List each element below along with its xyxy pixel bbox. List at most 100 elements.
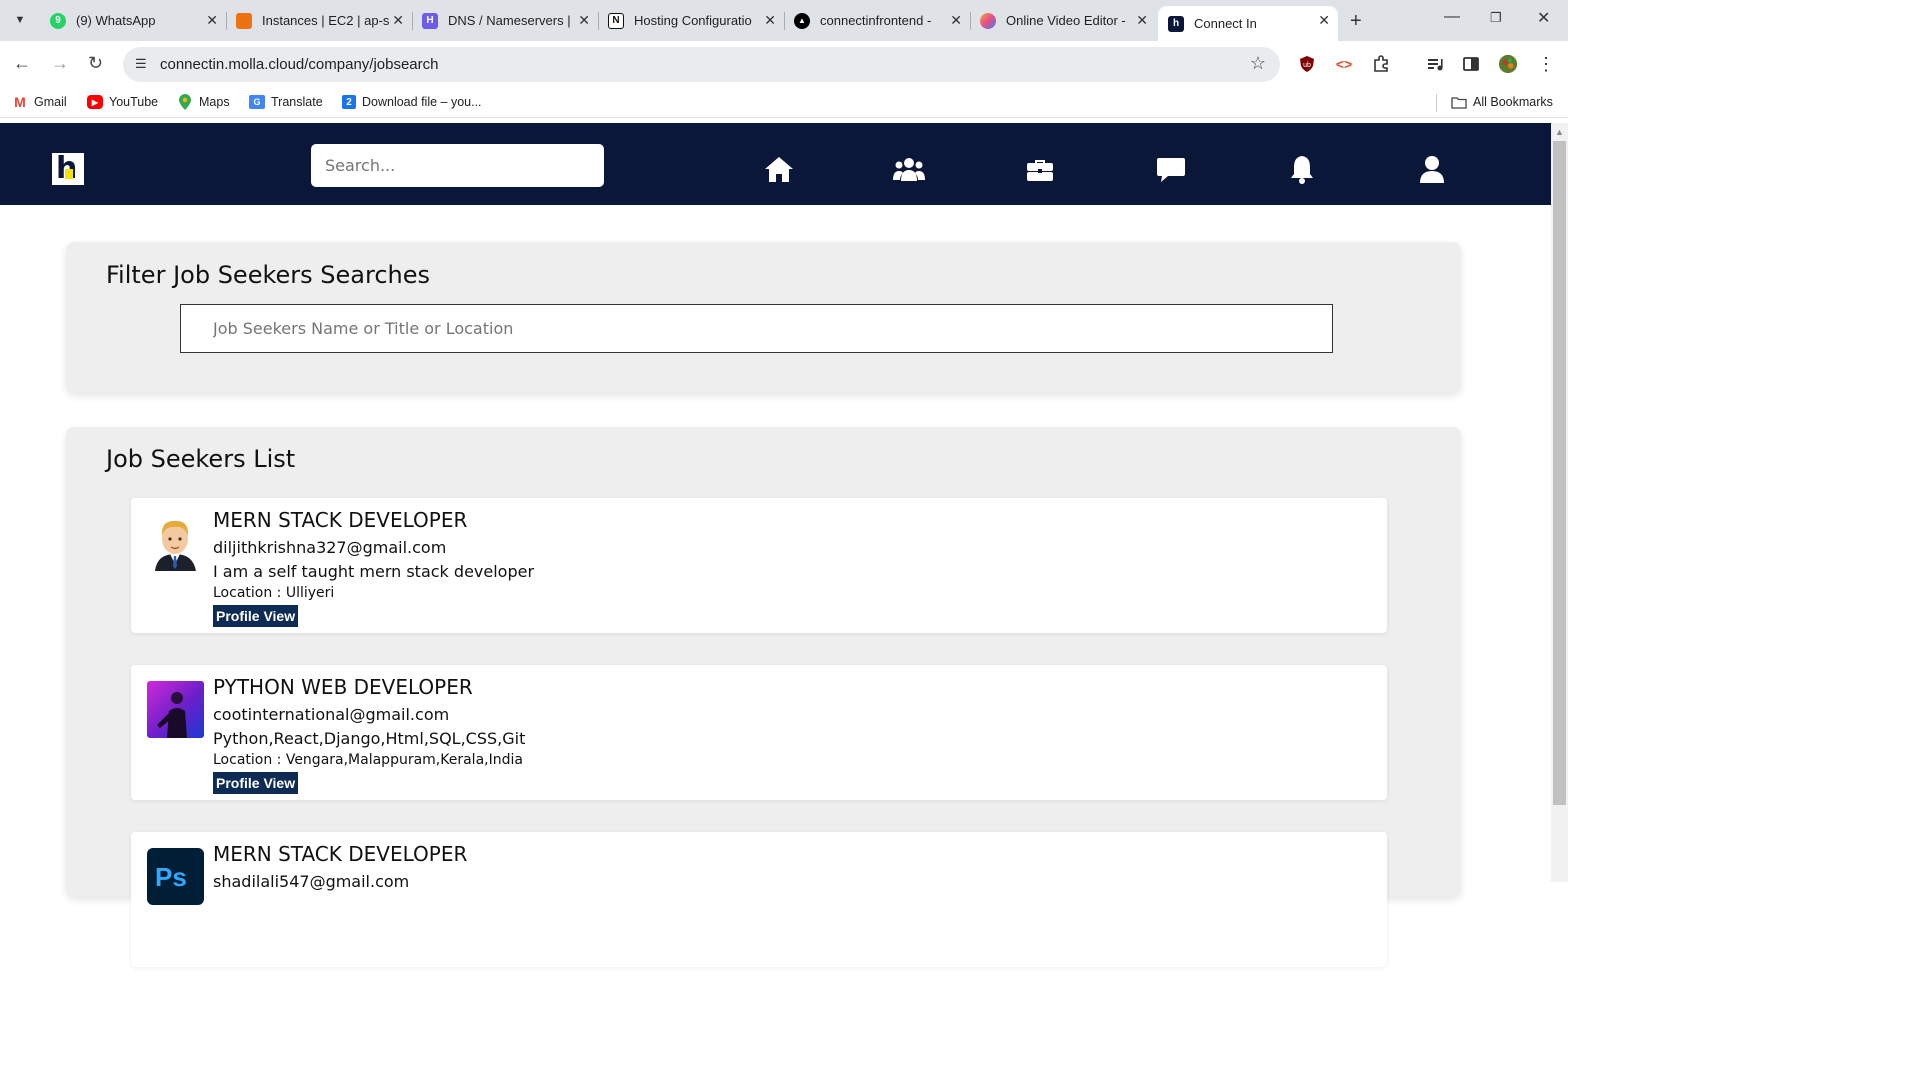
tab-search-chevron-icon[interactable]: ▼ [8,8,32,32]
tab-title: DNS / Nameservers | [448,13,571,28]
browser-tab-connect-in[interactable]: h Connect In ✕ [1158,6,1338,41]
code-extension-icon[interactable]: <> [1334,54,1354,74]
bookmark-maps[interactable]: Maps [177,94,230,110]
browser-tab-vercel[interactable]: ▲ connectinfrontend - ✕ [784,6,971,35]
address-bar[interactable]: ☰ connectin.molla.cloud/company/jobsearc… [123,47,1280,82]
profile-view-button[interactable]: Profile View [213,605,299,627]
reload-icon[interactable]: ↻ [88,53,103,74]
back-icon[interactable]: ← [13,53,31,74]
profile-view-button[interactable]: Profile View [213,772,299,794]
menu-kebab-icon[interactable]: ⋮ [1536,54,1556,74]
tab-title: Hosting Configuratio [634,13,752,28]
close-tab-icon[interactable]: ✕ [1136,12,1148,29]
browser-toolbar: ← → ↻ ☰ connectin.molla.cloud/company/jo… [0,41,1568,88]
avatar: Ps [147,848,204,905]
tab-title: connectinfrontend - [820,13,932,28]
job-seeker-card: PYTHON WEB DEVELOPER cootinternational@g… [131,665,1387,800]
messages-icon[interactable] [1155,153,1187,185]
jobs-briefcase-icon[interactable] [1024,153,1056,185]
seeker-email: shadilali547@gmail.com [213,872,410,891]
notifications-bell-icon[interactable] [1286,153,1318,185]
close-tab-icon[interactable]: ✕ [1318,12,1330,29]
url-text[interactable]: connectin.molla.cloud/company/jobsearch [160,56,439,73]
forward-icon[interactable]: → [51,53,69,74]
filter-panel: Filter Job Seekers Searches [66,242,1461,393]
profile-avatar-icon[interactable] [1498,54,1518,74]
bookmark-translate[interactable]: G Translate [249,95,323,109]
close-tab-icon[interactable]: ✕ [578,12,590,29]
close-tab-icon[interactable]: ✕ [392,12,404,29]
restore-icon[interactable]: ❐ [1490,10,1502,26]
svg-text:ub: ub [1303,62,1311,69]
connectin-logo[interactable]: h [52,151,84,186]
seeker-title: PYTHON WEB DEVELOPER [213,675,473,699]
bookmark-label: Gmail [34,95,67,109]
bookmark-label: Maps [199,95,230,109]
bookmark-label: Download file – you... [362,95,482,109]
media-control-icon[interactable] [1425,54,1445,74]
job-seeker-filter-input[interactable] [180,304,1333,353]
browser-tab-ec2[interactable]: Instances | EC2 | ap-s ✕ [226,6,413,35]
maps-pin-icon [177,94,193,110]
close-tab-icon[interactable]: ✕ [950,12,962,29]
job-seeker-card: MERN STACK DEVELOPER diljithkrishna327@g… [131,498,1387,633]
bookmark-label: YouTube [109,95,159,109]
scroll-up-icon[interactable]: ▲ [1555,127,1564,137]
whatsapp-icon: 9 [50,12,66,29]
tab-title: Online Video Editor - [1006,13,1126,28]
connectin-icon: h [1168,15,1184,32]
filter-heading: Filter Job Seekers Searches [106,261,430,289]
site-info-icon[interactable]: ☰ [135,56,147,72]
hostinger-icon: H [422,12,438,29]
home-icon[interactable] [763,153,795,185]
seeker-about: I am a self taught mern stack developer [213,562,535,581]
seeker-email: diljithkrishna327@gmail.com [213,538,447,557]
close-tab-icon[interactable]: ✕ [206,12,218,29]
seeker-title: MERN STACK DEVELOPER [213,842,468,866]
bookmark-download-file[interactable]: 2 Download file – you... [342,95,482,109]
minimize-icon[interactable]: — [1444,8,1460,26]
network-icon[interactable] [893,153,925,185]
side-panel-icon[interactable] [1461,54,1481,74]
browser-tab-hosting[interactable]: N Hosting Configuratio ✕ [598,6,785,35]
profile-user-icon[interactable] [1416,153,1448,185]
bookmark-gmail[interactable]: M Gmail [12,94,67,110]
scrollbar-thumb[interactable] [1553,141,1566,805]
seeker-location: Location : Vengara,Malappuram,Kerala,Ind… [213,752,523,768]
browser-tab-strip: ▼ 9 (9) WhatsApp ✕ Instances | EC2 | ap-… [0,0,1568,41]
new-tab-icon[interactable]: + [1350,10,1362,33]
bookmark-youtube[interactable]: ▶ YouTube [87,95,158,109]
all-bookmarks[interactable]: All Bookmarks [1451,95,1553,109]
gmail-icon: M [14,94,26,110]
page-scrollbar[interactable]: ▲ [1551,123,1568,882]
close-window-icon[interactable]: ✕ [1537,8,1550,28]
video-editor-icon [980,12,996,29]
close-tab-icon[interactable]: ✕ [764,12,776,29]
site-search-input[interactable] [311,144,604,187]
download-file-icon: 2 [342,95,356,109]
ublock-icon[interactable]: ub [1297,54,1317,74]
extensions-puzzle-icon[interactable] [1371,54,1391,74]
list-heading: Job Seekers List [106,445,296,473]
avatar [147,681,204,738]
browser-tab-video-editor[interactable]: Online Video Editor - ✕ [970,6,1156,35]
seeker-about: Python,React,Django,Html,SQL,CSS,Git [213,729,526,748]
browser-tab-whatsapp[interactable]: 9 (9) WhatsApp ✕ [40,6,227,35]
job-seekers-list-panel: Job Seekers List MERN STACK DEVELOPER di… [66,427,1461,967]
seeker-email: cootinternational@gmail.com [213,705,450,724]
seeker-title: MERN STACK DEVELOPER [213,508,468,532]
tab-title: (9) WhatsApp [76,13,156,28]
translate-icon: G [249,95,265,109]
bookmark-star-icon[interactable]: ☆ [1250,53,1266,74]
tab-title: Connect In [1194,16,1257,31]
aws-icon [236,12,252,29]
tab-title: Instances | EC2 | ap-s [262,13,390,28]
browser-tab-dns[interactable]: H DNS / Nameservers | ✕ [412,6,599,35]
bookmark-label: Translate [271,95,323,109]
all-bookmarks-label: All Bookmarks [1473,95,1553,109]
youtube-icon: ▶ [87,95,103,109]
vercel-icon: ▲ [794,12,810,29]
seeker-location: Location : Ulliyeri [213,585,335,601]
bookmarks-bar: M Gmail ▶ YouTube Maps G Translate 2 Dow… [0,88,1568,118]
notion-icon: N [608,12,624,29]
